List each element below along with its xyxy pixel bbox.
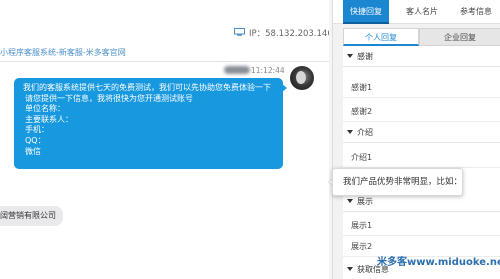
reply-sub-tabs: 个人回复 企业回复 [343, 28, 500, 46]
message-line: 请您提供一下信息，我将很快为您开通测试账号 [25, 93, 193, 103]
divider [0, 61, 331, 62]
message-line: 微信 [25, 146, 41, 156]
tab-visitor-card[interactable]: 客人名片 [395, 0, 449, 24]
visitor-ip: IP：58.132.203.146 [249, 29, 333, 39]
message-line: 主要联系人： [25, 114, 73, 124]
reply-group-header[interactable]: 介绍 [343, 124, 373, 142]
message-timestamp: 11:12:44 [251, 66, 285, 75]
caret-down-icon [347, 266, 353, 271]
site-watermark: 米多客www.miduoke.net [377, 257, 500, 268]
visitor-message-bubble: 阔营销有限公司 [0, 206, 63, 226]
monitor-icon [234, 28, 245, 36]
reply-item[interactable]: 感谢2 [343, 102, 500, 122]
message-line: 我们的客服系统提供七天的免费测试，我们可以先协助您免费体验一下 [23, 83, 271, 92]
panel-tabs: 快捷回复 客人名片 参考信息 [333, 0, 500, 24]
group-title: 感谢 [357, 52, 373, 61]
reply-item[interactable]: 介绍1 [343, 148, 500, 168]
caret-down-icon [347, 198, 353, 203]
divider [343, 66, 500, 67]
reply-group-header[interactable]: 感谢 [343, 48, 373, 66]
tab-quick-reply[interactable]: 快捷回复 [343, 0, 389, 24]
message-line: 单位名称： [25, 104, 65, 114]
group-title: 介绍 [357, 128, 373, 137]
caret-down-icon [347, 53, 353, 58]
divider [343, 142, 500, 143]
quick-reply-list: 感谢 感谢1 感谢2 介绍 介绍1 展示 展示1 展示2 获取信息 [343, 46, 500, 279]
agent-avatar [290, 66, 314, 90]
session-source-title[interactable]: 小程序客服系统-新客服-米多客官网 [0, 47, 126, 58]
chat-area: IP：58.132.203.146 小程序客服系统-新客服-米多客官网 11:1… [0, 0, 333, 279]
message-line: 手机： [25, 125, 49, 135]
caret-down-icon [347, 129, 353, 134]
reply-item[interactable]: 展示1 [343, 216, 500, 236]
message-line: QQ： [25, 135, 46, 145]
active-tab-indicator [343, 22, 389, 24]
group-title: 展示 [357, 197, 373, 206]
side-panel: 快捷回复 客人名片 参考信息 个人回复 企业回复 感谢 感谢1 感谢2 介绍 介… [332, 0, 500, 279]
divider [343, 211, 500, 212]
tab-reference-info[interactable]: 参考信息 [451, 0, 500, 24]
agent-message-bubble: 我们的客服系统提供七天的免费测试，我们可以先协助您免费体验一下 请您提供一下信息… [14, 78, 283, 169]
subtab-personal-replies[interactable]: 个人回复 [343, 28, 419, 46]
reply-item[interactable]: 感谢1 [343, 78, 500, 98]
bubble-tail [282, 84, 287, 92]
reply-preview-tooltip: 我们产品优势非常明显，比如： [332, 168, 463, 196]
subtab-enterprise-replies[interactable]: 企业回复 [419, 28, 500, 46]
agent-name-blurred [224, 66, 250, 74]
